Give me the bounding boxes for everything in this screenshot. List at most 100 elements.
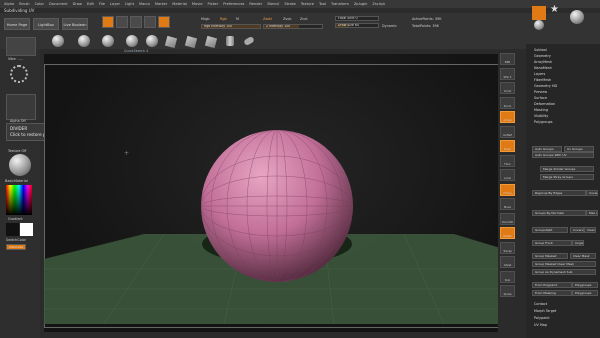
tool-thumb-2[interactable]: ★ — [550, 4, 564, 18]
menu-item-brush[interactable]: Brush — [19, 2, 29, 6]
primitive-thumb-tube[interactable] — [243, 35, 255, 47]
palette-item-fibermesh[interactable]: FiberMesh — [534, 78, 551, 82]
stroke-dots-icon[interactable] — [10, 65, 28, 83]
menu-item-tool[interactable]: Tool — [319, 2, 326, 6]
menu-item-marker[interactable]: Marker — [155, 2, 167, 6]
primitive-thumb-cylinder[interactable] — [226, 36, 234, 46]
shelf-button-aahalf[interactable]: AAHalf — [500, 125, 515, 138]
palette-item-morph-target[interactable]: Morph Target — [534, 309, 556, 313]
palette-item-visibility[interactable]: Visibility — [534, 114, 548, 118]
zsub-label[interactable]: Zsub — [283, 17, 291, 21]
palette-item-geometry[interactable]: Geometry — [534, 54, 551, 58]
primitive-thumb-sphere-2[interactable] — [78, 35, 90, 47]
menu-item-texture[interactable]: Texture — [301, 2, 314, 6]
tool-thumb-3[interactable] — [534, 20, 544, 30]
rgb-label[interactable]: Rgb — [220, 17, 227, 21]
polygroups-button-regroup-by-edges[interactable]: Regroup By Edges — [532, 190, 586, 196]
draw-button[interactable] — [116, 16, 128, 28]
m-label[interactable]: M — [236, 17, 239, 21]
primitive-thumb-sphere-1[interactable] — [52, 35, 64, 47]
shelf-button-transp[interactable]: Transp — [500, 241, 515, 254]
menu-item-alpha[interactable]: Alpha — [4, 2, 14, 6]
palette-item-nanomesh[interactable]: NanoMesh — [534, 66, 552, 70]
shelf-button-xpose[interactable]: Xpose — [500, 285, 515, 297]
shelf-button-scroll[interactable]: Scroll — [500, 82, 515, 94]
polygroups-button-from-masking[interactable]: From Masking — [532, 290, 572, 296]
shelf-button-solo[interactable]: Solo — [500, 270, 515, 283]
menu-item-picker[interactable]: Picker — [208, 2, 219, 6]
palette-item-preview[interactable]: Preview — [534, 90, 547, 94]
alpha-thumbnail[interactable] — [6, 94, 36, 120]
tool-thumb-1[interactable] — [532, 6, 546, 20]
primitive-thumb-cube-3[interactable] — [204, 35, 218, 49]
menu-item-color[interactable]: Color — [35, 2, 44, 6]
alternate-button[interactable]: Alternate — [6, 244, 26, 250]
menu-item-file[interactable]: File — [99, 2, 105, 6]
menu-item-zplugin[interactable]: Zplugin — [354, 2, 368, 6]
main-color-swatch[interactable] — [6, 223, 19, 236]
zadd-label[interactable]: Zadd — [263, 17, 272, 21]
palette-item-subtool[interactable]: Subtool — [534, 48, 547, 52]
menu-item-transform[interactable]: Transform — [331, 2, 349, 6]
menu-item-draw[interactable]: Draw — [73, 2, 82, 6]
polygroups-button-merge-similar-groups[interactable]: Merge Similar Groups — [540, 166, 594, 172]
menu-item-edit[interactable]: Edit — [87, 2, 94, 6]
shelf-button-floor[interactable]: Floor — [500, 154, 515, 167]
palette-item-contact[interactable]: Contact — [534, 302, 547, 306]
home-page-button[interactable]: Home Page — [4, 18, 30, 30]
edit-button[interactable] — [102, 16, 114, 28]
polygroups-button-from-polypaint[interactable]: From Polypaint — [532, 282, 572, 288]
primitive-thumb-sphere-4[interactable] — [126, 35, 138, 47]
palette-item-layers[interactable]: Layers — [534, 72, 545, 76]
palette-item-arraymesh[interactable]: ArrayMesh — [534, 60, 552, 64]
move-button[interactable] — [130, 16, 142, 28]
polygroups-button-groupssplit[interactable]: GroupsSplit — [532, 227, 568, 233]
shelf-button-bpr[interactable]: BPR — [500, 53, 515, 65]
polygroups-button-merge-stray-groups[interactable]: Merge Stray Groups — [540, 174, 594, 180]
color-picker[interactable] — [6, 185, 32, 215]
shelf-button-frame[interactable]: Frame — [500, 183, 515, 196]
shelf-button-local[interactable]: Local — [500, 169, 515, 181]
primitive-thumb-cube-1[interactable] — [164, 35, 178, 49]
polygroups-button-group-masked-clear-mask[interactable]: Group Masked Clear Mask — [532, 261, 596, 267]
primitive-thumb-sphere-5[interactable] — [146, 35, 158, 47]
rotate-button[interactable] — [158, 16, 170, 28]
polygroups-button-coverage[interactable]: Coverage — [570, 227, 584, 233]
canvas-viewport[interactable]: + — [44, 54, 524, 332]
polygroups-button-polygroups[interactable]: Polygroups — [572, 282, 598, 288]
shelf-button-spix-3[interactable]: SPix 3 — [500, 67, 515, 80]
menu-item-layer[interactable]: Layer — [110, 2, 120, 6]
palette-item-uv-map[interactable]: UV Map — [534, 323, 547, 327]
palette-item-deformation[interactable]: Deformation — [534, 102, 555, 106]
menu-item-document[interactable]: Document — [49, 2, 68, 6]
polygroups-button-clear-ar[interactable]: Clear Ar — [584, 227, 596, 233]
menu-item-material[interactable]: Material — [172, 2, 187, 6]
material-thumbnail[interactable] — [9, 154, 31, 176]
tool-thumb-4[interactable] — [570, 10, 584, 24]
shelf-button-actual[interactable]: Actual — [500, 111, 515, 123]
polygroups-button-angle[interactable]: Angle — [572, 240, 584, 246]
shelf-button-rotate[interactable]: Rotate — [500, 227, 515, 239]
palette-item-geometry-hd[interactable]: Geometry HD — [534, 84, 557, 88]
focal-shift-slider[interactable]: Focal Shift 0 — [335, 16, 379, 21]
shelf-button-move[interactable]: Move — [500, 198, 515, 210]
menu-item-stencil[interactable]: Stencil — [267, 2, 279, 6]
shelf-button-zoom[interactable]: Zoom — [500, 96, 515, 109]
secondary-color-swatch[interactable] — [20, 223, 33, 236]
primitive-thumb-sphere-3[interactable] — [102, 35, 114, 47]
polygroups-button-polygroups[interactable]: Polygroups — [572, 290, 598, 296]
polygroups-button-max-angle-tol[interactable]: Max Angle Tol — [586, 210, 598, 216]
scale-button[interactable] — [144, 16, 156, 28]
menu-item-stroke[interactable]: Stroke — [284, 2, 295, 6]
zcut-label[interactable]: Zcut — [300, 17, 308, 21]
menu-item-preferences[interactable]: Preferences — [223, 2, 244, 6]
menu-item-render[interactable]: Render — [249, 2, 262, 6]
menu-item-macro[interactable]: Macro — [139, 2, 150, 6]
palette-item-polypaint[interactable]: Polypaint — [534, 316, 550, 320]
rgb-intensity-slider[interactable]: Rgb Intensity 100 — [201, 24, 261, 29]
polygroups-button-group-masked[interactable]: Group Masked — [532, 253, 568, 259]
dynamic-label[interactable]: Dynamic — [382, 24, 397, 28]
polygroups-button-auto-groups-with-uv[interactable]: Auto Groups With UV — [532, 152, 594, 158]
polygroups-button-group-front[interactable]: Group Front — [532, 240, 572, 246]
switch-color-label[interactable]: SwitchColor — [6, 238, 26, 242]
